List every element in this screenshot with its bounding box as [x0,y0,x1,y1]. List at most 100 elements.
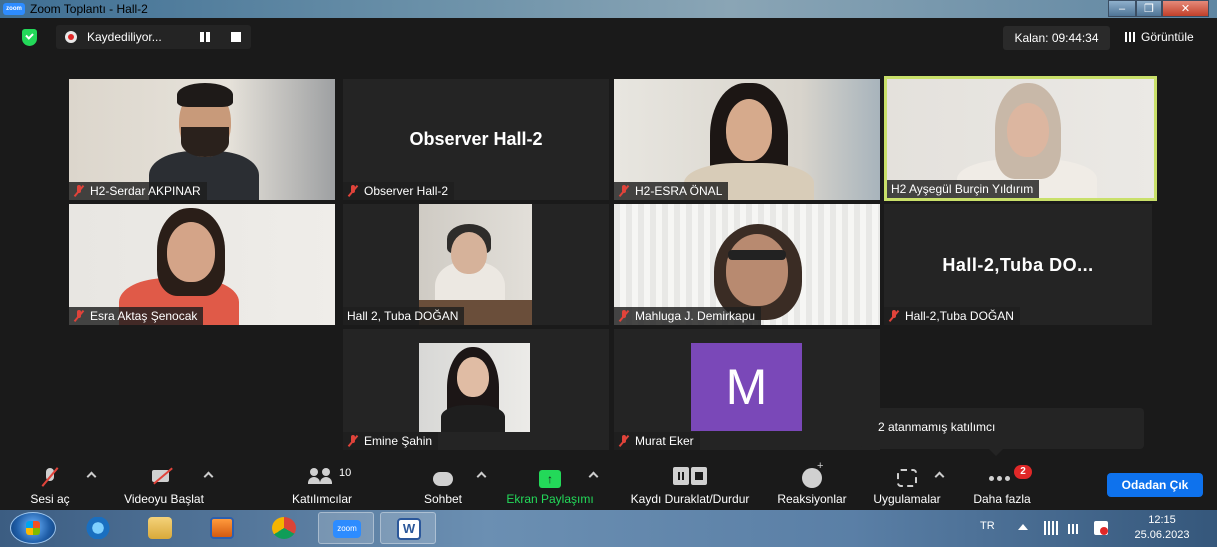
taskbar-internet-explorer[interactable] [70,512,126,544]
chat-label: Sohbet [423,492,463,506]
video-tile[interactable]: H2-Serdar AKPINAR [69,79,335,200]
start-button-icon[interactable] [10,512,56,544]
media-player-icon [210,517,234,539]
apps-button[interactable]: Uygulamalar [864,460,950,510]
folder-icon [148,517,172,539]
taskbar-zoom[interactable]: zoom [318,512,374,544]
pause-stop-recording-button[interactable]: Kaydı Duraklat/Durdur [612,460,768,510]
recording-text: Kaydediliyor... [87,30,162,44]
mic-muted-icon [347,185,359,197]
participant-name: Murat Eker [614,432,700,450]
participant-name: Esra Aktaş Şenocak [69,307,204,325]
clock-date: 25.06.2023 [1134,529,1190,541]
chat-icon [433,472,453,486]
mic-muted-icon [73,185,85,197]
signal-icon[interactable] [1068,524,1082,534]
participant-name: Observer Hall-2 [343,182,455,200]
meeting-top-bar: Kaydediliyor... Kalan: 09:44:34 Görüntül… [0,18,1217,56]
security-shield-icon[interactable] [22,29,37,46]
clock-time: 12:15 [1148,514,1176,526]
more-button[interactable]: 2 Daha fazla [966,460,1038,510]
show-hidden-icons-icon[interactable] [1018,522,1028,530]
participant-name-text: Hall 2, Tuba DOĞAN [347,309,459,323]
participant-name: Mahluga J. Demirkapu [614,307,762,325]
video-tile[interactable]: H2-ESRA ÖNAL [614,79,880,200]
taskbar-clock[interactable]: 12:15 25.06.2023 [1130,513,1194,543]
apps-icon [897,469,917,487]
mic-off-icon [44,468,56,486]
apps-label: Uygulamalar [873,492,941,506]
chat-options-chevron-icon[interactable] [476,471,487,482]
participant-count: 10 [339,467,352,479]
reactions-button[interactable]: Reaksiyonlar [770,460,854,510]
audio-options-chevron-icon[interactable] [86,471,97,482]
participant-name: H2-ESRA ÖNAL [614,182,729,200]
video-tile[interactable]: Hall 2, Tuba DOĞAN [343,204,609,325]
start-video-label: Videoyu Başlat [124,492,204,506]
unassigned-participants-tooltip: 2 atanmamış katılımcı [861,408,1144,456]
grid-view-icon [1125,32,1135,42]
input-language[interactable]: TR [980,520,995,547]
mic-muted-icon [73,310,85,322]
mic-muted-icon [618,310,630,322]
reactions-icon [802,460,823,488]
unmute-label: Sesi aç [30,492,70,506]
view-button[interactable]: Görüntüle [1115,26,1210,48]
minimize-button[interactable]: – [1108,0,1136,17]
video-tile[interactable]: Mahluga J. Demirkapu [614,204,880,325]
unmute-button[interactable]: Sesi aç [20,460,80,510]
maximize-button[interactable]: ❐ [1136,0,1162,17]
zoom-app-icon: zoom [3,3,25,15]
participant-name: Hall-2,Tuba DOĞAN [884,307,1020,325]
mic-muted-icon [888,310,900,322]
network-icon[interactable] [1044,521,1058,535]
share-screen-label: Ekran Paylaşımı [506,492,594,506]
more-notification-badge: 2 [1014,465,1032,479]
participant-name: Emine Şahin [343,432,439,450]
start-video-button[interactable]: Videoyu Başlat [114,460,214,510]
video-tile-active-speaker[interactable]: H2 Ayşegül Burçin Yıldırım [884,76,1157,201]
video-tile[interactable]: Observer Hall-2 Observer Hall-2 [343,79,609,200]
word-icon: W [397,518,421,540]
camera-off-icon [152,468,178,484]
recording-indicator: Kaydediliyor... [56,25,251,49]
participant-name-text: Murat Eker [635,434,694,448]
pause-recording-icon[interactable] [199,32,211,42]
more-label: Daha fazla [973,492,1031,506]
taskbar-file-explorer[interactable] [132,512,188,544]
chrome-icon [272,517,296,539]
taskbar-word[interactable]: W [380,512,436,544]
chat-button[interactable]: Sohbet [417,460,469,510]
action-center-icon[interactable] [1094,521,1108,535]
internet-explorer-icon [86,517,110,539]
participants-label: Katılımcılar [291,492,352,506]
zoom-icon: zoom [333,520,361,538]
participant-name-text: Observer Hall-2 [364,184,449,198]
pause-stop-recording-label: Kaydı Duraklat/Durdur [630,492,750,506]
video-tile[interactable]: Emine Şahin [343,329,609,450]
participant-name-text: Mahluga J. Demirkapu [635,309,756,323]
zoom-window: zoom Zoom Toplantı - Hall-2 – ❐ ✕ Kayded… [0,0,1217,547]
participant-name: H2-Serdar AKPINAR [69,182,207,200]
record-dot-icon [65,31,77,43]
mic-muted-icon [618,185,630,197]
participant-placeholder-label: Observer Hall-2 [409,129,543,149]
remaining-time: Kalan: 09:44:34 [1003,26,1110,50]
leave-meeting-button[interactable]: Odadan Çık [1107,473,1203,497]
participant-name-text: H2 Ayşegül Burçin Yıldırım [891,182,1034,196]
meeting-toolbar: Sesi aç Videoyu Başlat 10 Katılımcılar S… [0,460,1217,510]
share-screen-button[interactable]: ↑ Ekran Paylaşımı [500,460,600,510]
taskbar-chrome[interactable] [256,512,312,544]
pause-stop-recording-icon [673,467,707,485]
video-tile[interactable]: Hall-2,Tuba DO... Hall-2,Tuba DOĞAN [884,204,1152,325]
participants-button[interactable]: 10 Katılımcılar [282,460,362,510]
mic-muted-icon [347,435,359,447]
video-tile[interactable]: Esra Aktaş Şenocak [69,204,335,325]
reactions-label: Reaksiyonlar [777,492,847,506]
participant-name-text: H2-ESRA ÖNAL [635,184,723,198]
taskbar-media-player[interactable] [194,512,250,544]
video-tile[interactable]: M Murat Eker [614,329,880,450]
stop-recording-icon[interactable] [231,32,241,42]
participant-name-text: Hall-2,Tuba DOĞAN [905,309,1014,323]
close-button[interactable]: ✕ [1162,0,1209,17]
